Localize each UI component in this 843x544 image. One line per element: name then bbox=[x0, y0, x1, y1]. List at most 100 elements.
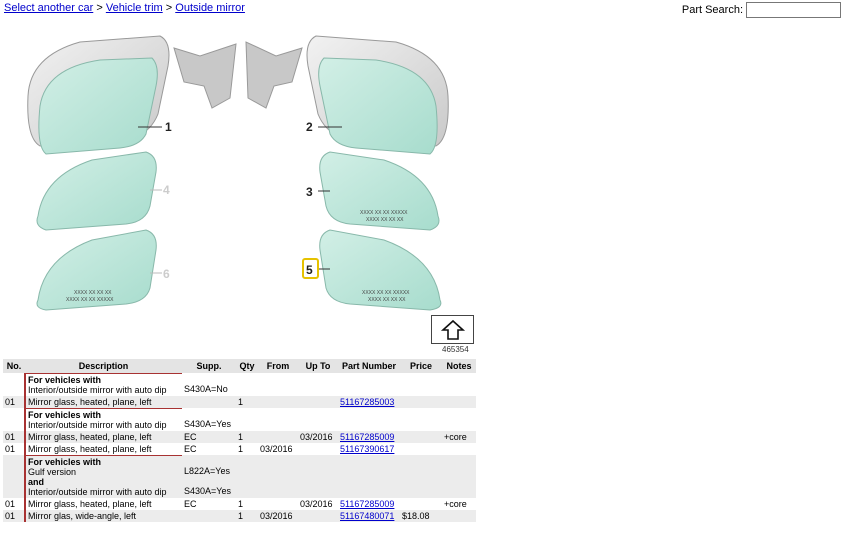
cell-supp: EC bbox=[182, 442, 236, 455]
cell-no bbox=[3, 373, 25, 396]
condition-line: Interior/outside mirror with auto dip bbox=[28, 486, 167, 497]
breadcrumb-vehicle-trim[interactable]: Vehicle trim bbox=[106, 2, 163, 14]
condition-line: Gulf version bbox=[28, 466, 77, 477]
breadcrumb-select-car[interactable]: Select another car bbox=[4, 2, 93, 14]
cell-supp: S430A=Yes bbox=[182, 408, 236, 431]
condition-line: For vehicles with bbox=[28, 456, 102, 467]
cell-description: For vehicles with Interior/outside mirro… bbox=[24, 372, 182, 396]
condition-line: For vehicles with bbox=[28, 409, 102, 420]
cell-qty: 1 bbox=[236, 395, 258, 408]
cell-price bbox=[400, 497, 442, 510]
cell-upto bbox=[298, 395, 338, 408]
table-condition-row: For vehicles with Interior/outside mirro… bbox=[3, 372, 476, 396]
part-number-link[interactable]: 51167480071 bbox=[340, 511, 394, 521]
parts-diagram: 1 2 4 XXXX XX XX XXXXX XXXX XX XX XX 3 X… bbox=[27, 35, 449, 311]
col-part-number: Part Number bbox=[338, 359, 400, 373]
glass-marking: XXXX XX XX XX bbox=[368, 297, 406, 303]
part-number-link[interactable]: 51167285009 bbox=[340, 499, 394, 509]
cell-upto bbox=[298, 442, 338, 455]
callout-1: 1 bbox=[165, 120, 172, 134]
cell-description: Mirror glass, heated, plane, left bbox=[24, 442, 182, 455]
parts-table: No. Description Supp. Qty From Up To Par… bbox=[3, 359, 476, 522]
condition-supp: S430A=Yes bbox=[184, 419, 231, 429]
glass-marking: XXXX XX XX XX bbox=[74, 290, 112, 296]
condition-supp: L822A=Yes bbox=[184, 466, 230, 476]
cell-no: 01 bbox=[3, 430, 25, 443]
callout-6: 6 bbox=[163, 267, 170, 281]
right-mirror-assembly bbox=[245, 35, 449, 155]
col-notes: Notes bbox=[442, 359, 476, 373]
cell-no: 01 bbox=[3, 395, 25, 408]
figure-number: 465354 bbox=[442, 345, 469, 354]
table-condition-row: For vehicles with Gulf version and Inter… bbox=[3, 454, 476, 498]
mirror-glass-5: XXXX XX XX XXXXX XXXX XX XX XX bbox=[318, 229, 442, 311]
part-search-label: Part Search: bbox=[681, 4, 743, 16]
callout-4: 4 bbox=[163, 183, 170, 197]
cell-description: Mirror glass, heated, plane, left bbox=[24, 430, 182, 443]
glass-marking: XXXX XX XX XXXXX bbox=[362, 290, 410, 296]
cell-qty: 1 bbox=[236, 442, 258, 455]
condition-supp bbox=[184, 476, 234, 486]
table-row: 01 Mirror glass, heated, plane, left 1 5… bbox=[3, 395, 476, 408]
condition-supp bbox=[184, 374, 234, 384]
cell-description: For vehicles with Gulf version and Inter… bbox=[24, 454, 182, 498]
cell-supp: EC bbox=[182, 497, 236, 510]
condition-supp bbox=[184, 409, 234, 419]
part-number-link[interactable]: 51167285009 bbox=[340, 432, 394, 442]
cell-price bbox=[400, 442, 442, 455]
cell-supp: S430A=No bbox=[182, 373, 236, 396]
cell-notes: +core bbox=[442, 430, 476, 443]
part-search: Part Search: bbox=[682, 2, 841, 18]
cell-upto: 03/2016 bbox=[298, 430, 338, 443]
cell-no bbox=[3, 455, 25, 498]
part-number-link[interactable]: 51167285003 bbox=[340, 397, 394, 407]
cell-from: 03/2016 bbox=[258, 442, 298, 455]
part-number-link[interactable]: 51167390617 bbox=[340, 444, 394, 454]
cell-qty: 1 bbox=[236, 509, 258, 522]
condition-line: Interior/outside mirror with auto dip bbox=[28, 419, 167, 430]
up-button[interactable] bbox=[431, 315, 474, 344]
cell-from: 03/2016 bbox=[258, 509, 298, 522]
callout-3: 3 bbox=[306, 185, 313, 199]
condition-line: Interior/outside mirror with auto dip bbox=[28, 384, 167, 395]
mirror-glass-6: XXXX XX XX XX XXXX XX XX XXXXX bbox=[36, 229, 162, 311]
cell-notes: +core bbox=[442, 497, 476, 510]
table-row: 01 Mirror glass, heated, plane, left EC … bbox=[3, 497, 476, 510]
cell-supp: L822A=Yes S430A=Yes bbox=[182, 455, 236, 498]
cell-upto bbox=[298, 509, 338, 522]
cell-qty: 1 bbox=[236, 497, 258, 510]
col-qty: Qty bbox=[236, 359, 258, 373]
breadcrumb-separator: > bbox=[165, 2, 173, 14]
col-price: Price bbox=[400, 359, 442, 373]
table-row: 01 Mirror glass, heated, plane, left EC … bbox=[3, 442, 476, 455]
cell-price bbox=[400, 395, 442, 408]
col-description: Description bbox=[25, 359, 182, 373]
left-mirror-assembly bbox=[27, 35, 237, 155]
callout-5: 5 bbox=[306, 263, 313, 277]
table-header-row: No. Description Supp. Qty From Up To Par… bbox=[3, 359, 476, 373]
cell-from bbox=[258, 497, 298, 510]
breadcrumb: Select another car > Vehicle trim > Outs… bbox=[4, 2, 245, 14]
mirror-glass-3: XXXX XX XX XXXXX XXXX XX XX XX bbox=[318, 151, 440, 231]
condition-supp: S430A=No bbox=[184, 384, 228, 394]
part-search-input[interactable] bbox=[746, 2, 841, 18]
cell-price: $18.08 bbox=[400, 509, 442, 522]
cell-notes bbox=[442, 395, 476, 408]
glass-marking: XXXX XX XX XXXXX bbox=[360, 210, 408, 216]
cell-from bbox=[258, 395, 298, 408]
col-from: From bbox=[258, 359, 298, 373]
table-row: 01 Mirror glas, wide-angle, left 1 03/20… bbox=[3, 509, 476, 522]
col-upto: Up To bbox=[298, 359, 338, 373]
mirror-glass-4 bbox=[36, 151, 162, 231]
cell-description: Mirror glas, wide-angle, left bbox=[24, 509, 182, 522]
glass-marking: XXXX XX XX XX bbox=[366, 217, 404, 223]
cell-supp bbox=[182, 509, 236, 522]
cell-description: Mirror glass, heated, plane, left bbox=[24, 497, 182, 510]
cell-no bbox=[3, 408, 25, 431]
cell-no: 01 bbox=[3, 509, 25, 522]
cell-description: Mirror glass, heated, plane, left bbox=[24, 395, 182, 408]
condition-supp: S430A=Yes bbox=[184, 486, 231, 496]
breadcrumb-outside-mirror[interactable]: Outside mirror bbox=[175, 2, 245, 14]
table-condition-row: For vehicles with Interior/outside mirro… bbox=[3, 407, 476, 431]
callout-2: 2 bbox=[306, 120, 313, 134]
